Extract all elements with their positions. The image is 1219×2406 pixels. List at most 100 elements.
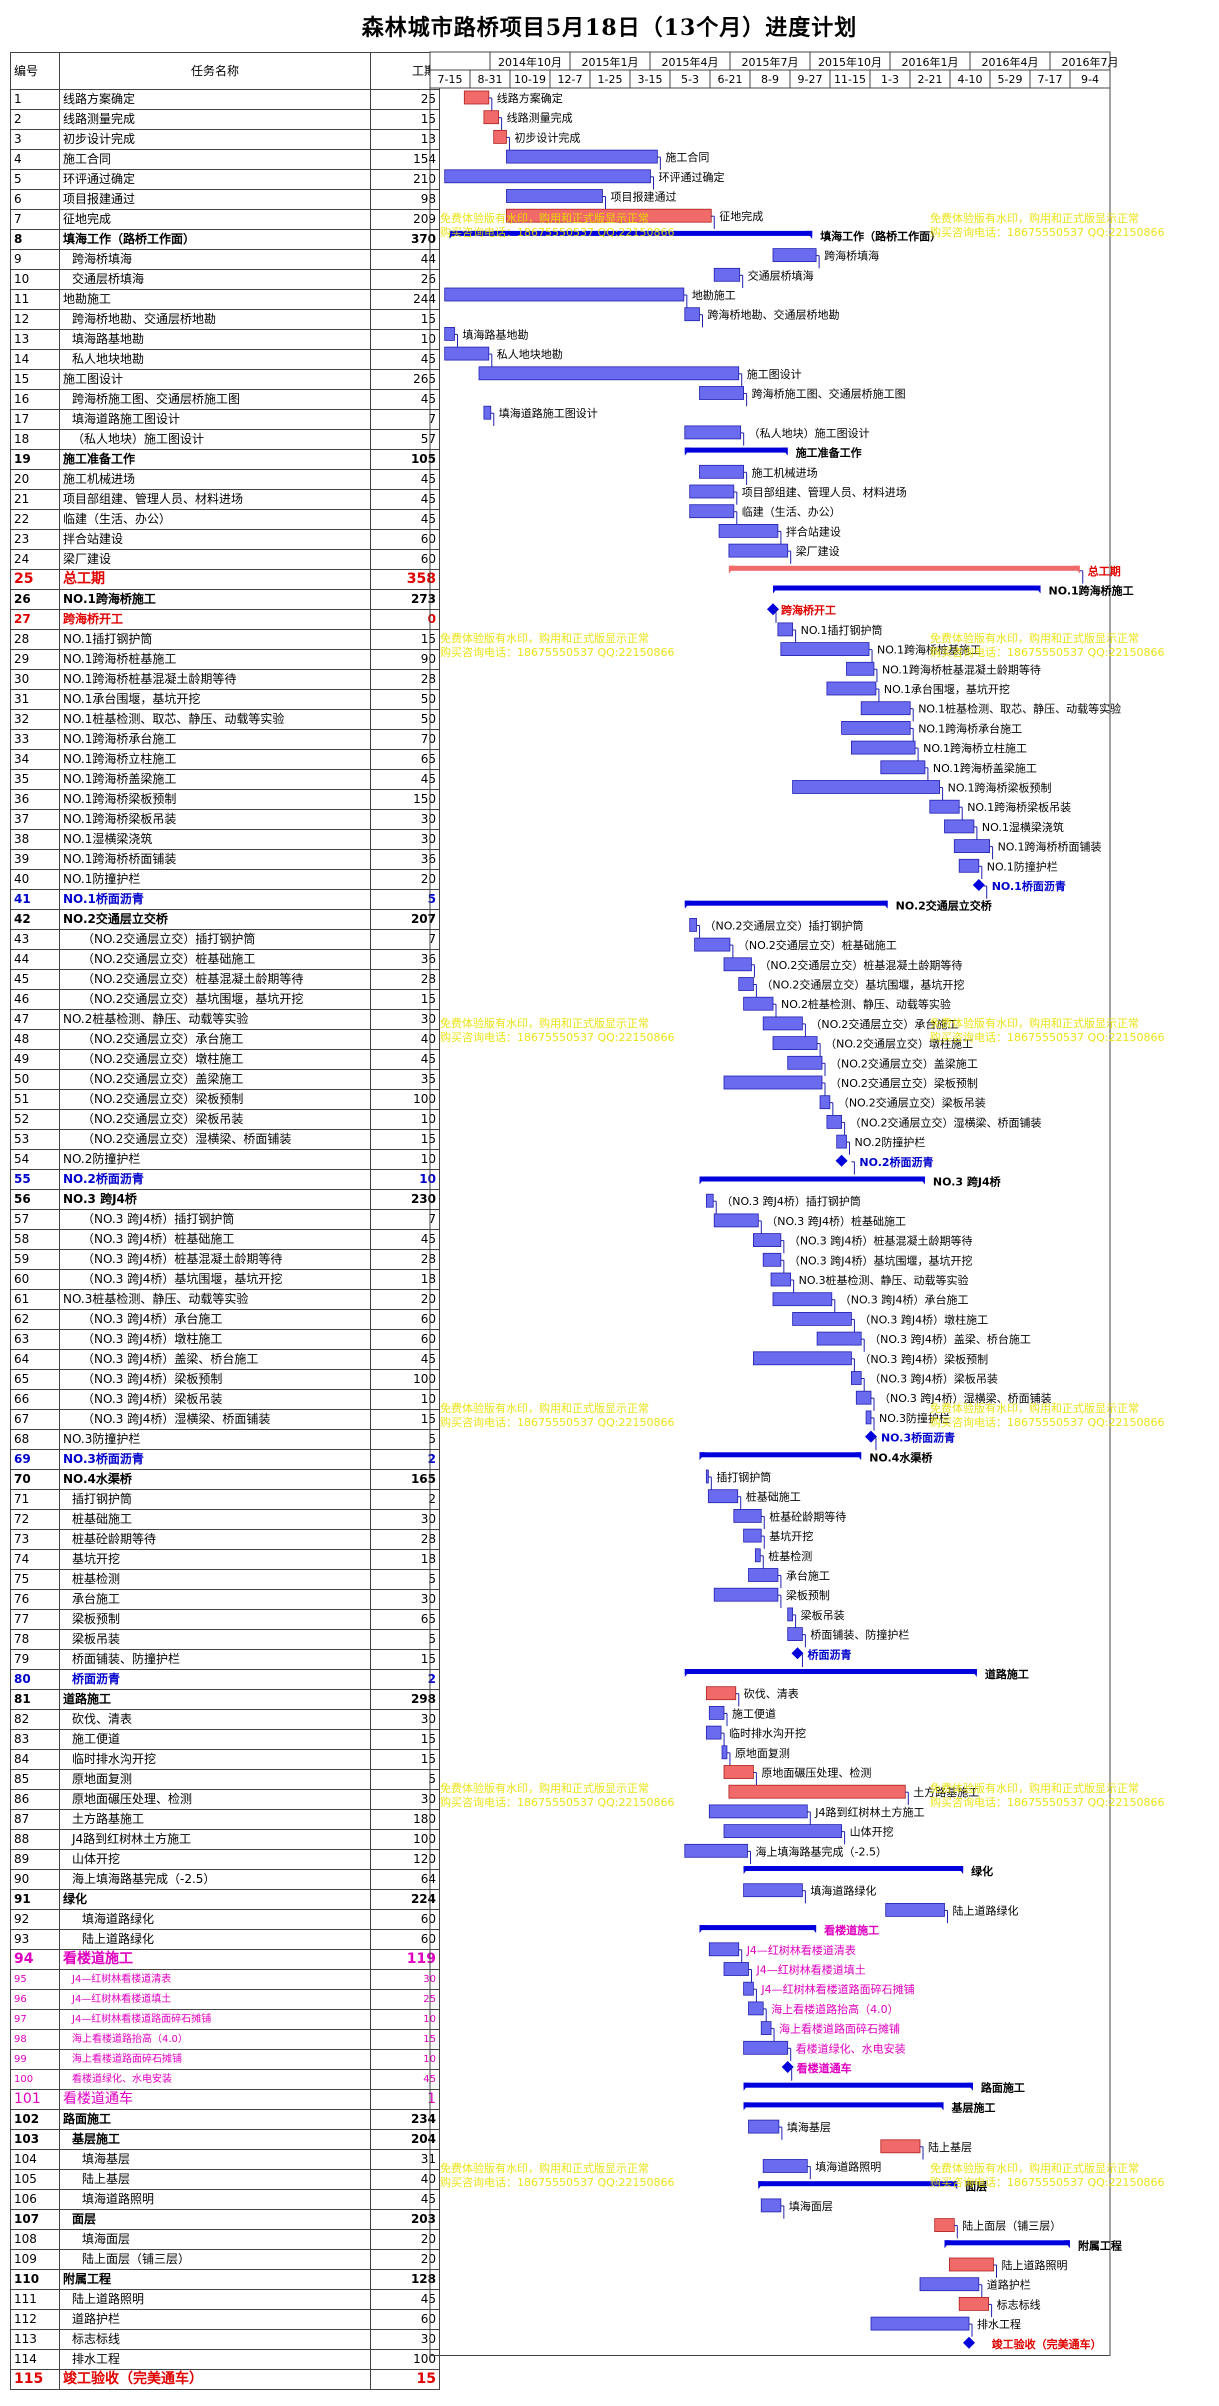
task-bar	[705, 1725, 722, 1740]
x-tick-label: 3-15	[638, 73, 663, 86]
task-bar	[762, 2159, 808, 2173]
bar-label: NO.1跨海桥桥面铺装	[998, 840, 1102, 854]
task-bar	[780, 642, 870, 656]
summary-bar	[684, 1669, 977, 1674]
task-bar	[728, 543, 789, 558]
bar-label: 拌合站建设	[786, 524, 841, 538]
bar-label: 交通层桥填海	[748, 268, 814, 282]
bar-label: NO.1湿横梁浇筑	[982, 820, 1064, 834]
bar-label: NO.1跨海桥梁板预制	[948, 781, 1052, 795]
x-top-label: 2015年10月	[818, 55, 882, 69]
task-bar	[743, 2040, 789, 2055]
bar-label: 填海工作（路桥工作面）	[820, 229, 941, 243]
task-bar	[870, 2316, 970, 2331]
bar-label: NO.3桩基检测、静压、动载等实验	[799, 1273, 969, 1287]
bar-label: 海上填海路基完成（-2.5）	[756, 1844, 887, 1858]
bar-label: 陆上基层	[928, 2140, 972, 2154]
bar-label: 线路测量完成	[507, 111, 573, 125]
task-bar	[753, 1351, 852, 1366]
bar-label: （NO.2交通层立交）墩柱施工	[825, 1037, 973, 1051]
task-bar	[444, 346, 490, 361]
bar-label: （NO.3 跨J4桥）桩基混凝土龄期等待	[789, 1234, 973, 1248]
bar-label: （NO.2交通层立交）桩基础施工	[738, 938, 897, 952]
task-bar	[684, 1843, 748, 1858]
bar-label: （NO.2交通层立交）承台施工	[810, 1017, 958, 1031]
x-top-label: 2016年1月	[902, 55, 959, 69]
task-bar	[865, 1410, 872, 1425]
bar-label: 原地面复测	[735, 1746, 790, 1760]
bar-label: NO.1跨海桥立柱施工	[923, 741, 1027, 755]
bar-label: 路面施工	[981, 2081, 1025, 2095]
task-bar	[694, 937, 731, 952]
task-bar	[953, 839, 990, 853]
task-bar	[919, 2277, 980, 2292]
task-bar	[792, 1312, 852, 1326]
task-bar	[770, 1272, 792, 1287]
task-bar	[705, 1469, 709, 1484]
bar-label: （NO.2交通层立交）桩基混凝土龄期等待	[759, 958, 962, 972]
bar-label: 填海道路照明	[815, 2160, 881, 2174]
bar-label: J4—红树林看楼道清表	[746, 1943, 856, 1957]
milestone-marker	[865, 1430, 877, 1443]
bar-label: 桥面铺装、防撞护栏	[810, 1628, 909, 1642]
task-bar	[684, 307, 700, 322]
bar-label: NO.3桥面沥青	[881, 1431, 955, 1445]
bar-label: 填海面层	[789, 2199, 833, 2213]
bar-label: NO.3 跨J4桥	[933, 1175, 1002, 1189]
bar-label: NO.1桩基检测、取芯、静压、动载等实验	[918, 702, 1121, 716]
x-top-label: 2015年4月	[662, 55, 719, 69]
summary-bar	[728, 565, 1080, 571]
bar-label: （NO.2交通层立交）梁板预制	[830, 1076, 978, 1090]
bar-label: NO.1跨海桥桩基混凝土龄期等待	[882, 662, 1041, 676]
task-bar	[787, 1607, 794, 1622]
task-bar	[753, 1233, 782, 1247]
task-bar	[929, 799, 960, 814]
task-bar	[689, 918, 697, 932]
task-bar	[723, 1765, 754, 1779]
x-top-label: 2016年4月	[982, 55, 1039, 69]
bar-label: 陆上道路绿化	[953, 1903, 1019, 1917]
bar-label: 施工合同	[665, 150, 709, 164]
bar-label: 梁板吊装	[801, 1608, 845, 1622]
bar-label: （NO.3 跨J4桥）插打钢护筒	[721, 1194, 861, 1208]
task-bar	[760, 2198, 782, 2213]
bar-label: 看楼道绿化、水电安装	[796, 2041, 906, 2055]
task-bar	[444, 287, 685, 302]
task-bar	[493, 129, 507, 144]
task-bar	[713, 1587, 779, 1602]
bar-label: 陆上道路照明	[1002, 2258, 1068, 2272]
task-bar	[723, 1824, 842, 1838]
bar-label: 看楼道施工	[824, 1923, 879, 1937]
summary-bar	[758, 2181, 958, 2187]
task-bar	[708, 1804, 808, 1819]
task-bar	[772, 248, 817, 263]
bar-label: 绿化	[971, 1864, 993, 1878]
x-tick-label: 9-4	[1081, 73, 1099, 86]
bar-label: 基层施工	[951, 2100, 996, 2114]
bar-label: 跨海桥填海	[824, 249, 879, 263]
bar-label: 填海道路绿化	[810, 1884, 876, 1898]
task-bar	[478, 366, 740, 381]
task-bar	[463, 90, 490, 105]
task-bar	[713, 1213, 759, 1228]
bar-label: 山体开挖	[850, 1825, 894, 1839]
task-bar	[723, 1962, 749, 1976]
bar-label: NO.1跨海桥施工	[1049, 584, 1134, 598]
milestone-marker	[972, 879, 985, 891]
task-bar	[944, 819, 975, 834]
bar-label: 道路护栏	[987, 2278, 1031, 2292]
bar-label: （NO.3 跨J4桥）墩柱施工	[859, 1312, 988, 1326]
x-top-label: 2016年7月	[1062, 55, 1119, 69]
task-bar	[787, 1627, 803, 1641]
task-bar	[738, 977, 754, 991]
summary-bar	[449, 230, 813, 236]
task-bar	[836, 1134, 847, 1149]
task-bar	[483, 405, 492, 420]
task-bar	[880, 2139, 921, 2154]
milestone-marker	[791, 1647, 804, 1660]
bar-label: 跨海桥地勘、交通层桥地勘	[708, 308, 840, 322]
summary-bar	[699, 1925, 817, 1931]
bar-label: J4—红树林看楼道路面碎石摊铺	[760, 1982, 914, 1996]
task-bar	[684, 425, 742, 440]
bar-label: （NO.3 跨J4桥）梁板吊装	[869, 1372, 998, 1386]
